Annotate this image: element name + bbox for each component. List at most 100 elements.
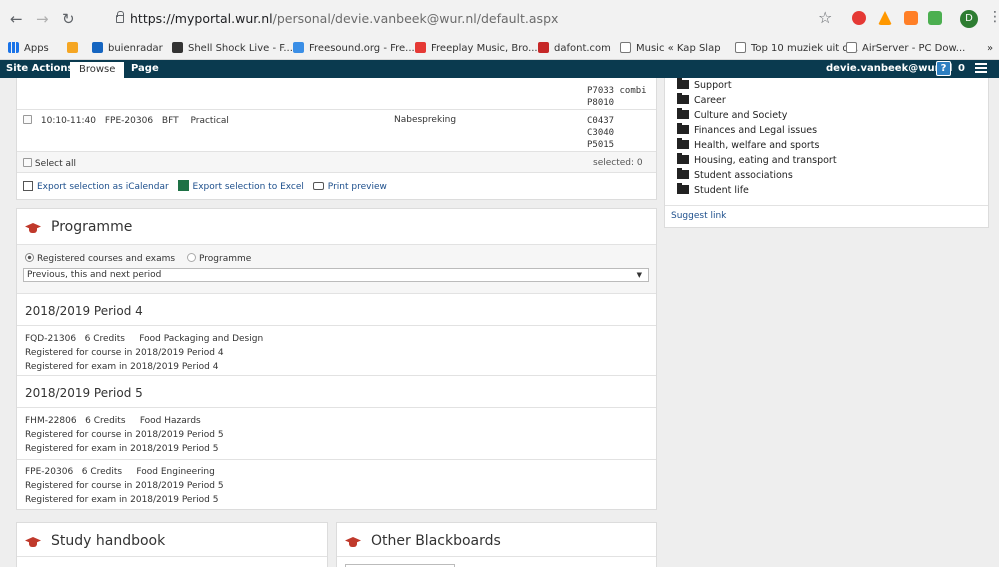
study-handbook-title: Study handbook [51,533,166,549]
schedule-row: 10:10-11:40 FPE-20306 BFT Practical [23,115,229,127]
folder-icon [677,183,689,194]
link-health[interactable]: Health, welfare and sports [677,138,819,152]
radio-registered[interactable]: Registered courses and exams [25,253,175,264]
select-all-checkbox[interactable] [23,158,32,167]
course-link[interactable]: FPE-20306 6 Credits Food Engineering [25,465,224,479]
suggest-link[interactable]: Suggest link [671,211,726,221]
game-icon [172,42,183,53]
partial-rooms: P7033 combi P8010 [587,86,647,108]
row-rooms: C0437 C3040 P5015 [587,116,615,150]
address-bar[interactable]: https://myportal.wur.nl/personal/devie.v… [116,7,816,31]
page-icon [846,42,857,53]
bookmark-freesound[interactable]: Freesound.org - Fre... [293,42,415,56]
course-item: FQD-21306 6 Credits Food Packaging and D… [25,332,264,372]
link-associations[interactable]: Student associations [677,168,793,182]
bookmark-dafont[interactable]: dafont.com [538,42,611,56]
tab-page[interactable]: Page [131,63,159,75]
folder-icon [677,108,689,119]
freeplay-icon [415,42,426,53]
export-ical-link[interactable]: Export selection as iCalendar [23,181,169,192]
bookmark-star-icon[interactable]: ☆ [818,8,832,27]
bookmark-orange-app[interactable] [67,42,83,56]
export-excel-link[interactable]: Export selection to Excel [177,180,304,192]
programme-title: Programme [51,219,133,235]
course-item: FPE-20306 6 Credits Food Engineering Reg… [25,465,224,505]
excel-icon [177,180,189,191]
bookmark-buienradar[interactable]: buienradar [92,42,163,56]
links-panel: Support Career Culture and Society Finan… [664,78,989,228]
hamburger-menu-icon[interactable] [975,63,987,75]
graduation-cap-icon [345,537,361,549]
url-path: /personal/devie.vanbeek@wur.nl/default.a… [272,11,559,26]
link-housing[interactable]: Housing, eating and transport [677,153,837,167]
selected-count: selected: 0 [593,158,643,168]
other-blackboards-title: Other Blackboards [371,533,501,549]
browser-menu-icon[interactable]: ⋮ [988,9,999,25]
radio-programme[interactable]: Programme [187,253,251,264]
soundcloud-ext-icon[interactable] [904,11,918,25]
select-all[interactable]: Select all [23,158,76,169]
export-actions: Export selection as iCalendar Export sel… [23,180,387,192]
back-arrow-icon[interactable]: ← [10,10,23,28]
bookmark-apps[interactable]: Apps [8,42,49,56]
site-actions-menu[interactable]: Site Actions [6,63,74,75]
extension-arrow-icon[interactable] [878,11,892,25]
period-heading: 2018/2019 Period 4 [25,304,143,318]
graduation-cap-icon [25,223,41,235]
bookmark-freeplay[interactable]: Freeplay Music, Bro... [415,42,538,56]
reload-icon[interactable]: ↻ [62,10,75,28]
dropdown-arrow-icon: ▼ [636,271,642,279]
help-icon[interactable]: ? [936,61,951,76]
user-menu[interactable]: devie.vanbeek@wur.nl [826,63,952,75]
programme-panel: Programme Registered courses and exams P… [16,208,657,510]
study-handbook-panel: Study handbook [16,522,328,567]
link-finances[interactable]: Finances and Legal issues [677,123,817,137]
sharepoint-ribbon: Site Actions Browse Page devie.vanbeek@w… [0,60,999,78]
lock-icon [116,11,124,23]
bookmarks-bar: Apps buienradar Shell Shock Live - F... … [0,38,999,60]
row-note: Nabespreking [394,115,457,125]
folder-icon [677,123,689,134]
course-link[interactable]: FQD-21306 6 Credits Food Packaging and D… [25,332,263,346]
link-career[interactable]: Career [677,93,726,107]
tab-browse[interactable]: Browse [70,62,125,78]
bookmark-shellshock[interactable]: Shell Shock Live - F... [172,42,293,56]
print-preview-link[interactable]: Print preview [312,182,387,192]
bookmark-airserver[interactable]: AirServer - PC Dow... [846,42,965,56]
url-host: https://myportal.wur.nl [130,11,273,26]
folder-icon [677,93,689,104]
folder-icon [677,78,689,89]
period-heading: 2018/2019 Period 5 [25,386,143,400]
forward-arrow-icon[interactable]: → [36,10,49,28]
radio-unchecked-icon [187,253,196,262]
link-student-life[interactable]: Student life [677,183,749,197]
bookmark-top10[interactable]: Top 10 muziek uit d... [735,42,858,56]
folder-icon [677,153,689,164]
adblock-icon[interactable] [852,11,866,25]
page-icon [735,42,746,53]
extension-badge-icon[interactable] [928,11,942,25]
freesound-icon [293,42,304,53]
folder-icon [677,168,689,179]
other-blackboards-panel: Other Blackboards [336,522,657,567]
schedule-panel: P7033 combi P8010 10:10-11:40 FPE-20306 … [16,78,657,200]
bookmark-kapslap[interactable]: Music « Kap Slap [620,42,721,56]
buienradar-icon [92,42,103,53]
profile-avatar[interactable]: D [960,10,978,28]
course-item: FHM-22806 6 Credits Food Hazards Registe… [25,414,224,454]
notification-count[interactable]: 0 [958,63,965,75]
course-link[interactable]: FHM-22806 6 Credits Food Hazards [25,414,224,428]
period-select[interactable]: Previous, this and next period ▼ [23,268,649,282]
calendar-icon [23,181,33,191]
graduation-cap-icon [25,537,41,549]
printer-icon [312,182,324,190]
row-checkbox[interactable] [23,115,32,124]
link-culture[interactable]: Culture and Society [677,108,787,122]
folder-icon [677,138,689,149]
page-icon [620,42,631,53]
more-bookmarks-icon[interactable]: » [987,42,993,56]
dafont-icon [538,42,549,53]
apps-grid-icon [8,42,19,53]
link-support[interactable]: Support [677,78,732,92]
browser-toolbar: ← → ↻ https://myportal.wur.nl/personal/d… [0,0,999,38]
